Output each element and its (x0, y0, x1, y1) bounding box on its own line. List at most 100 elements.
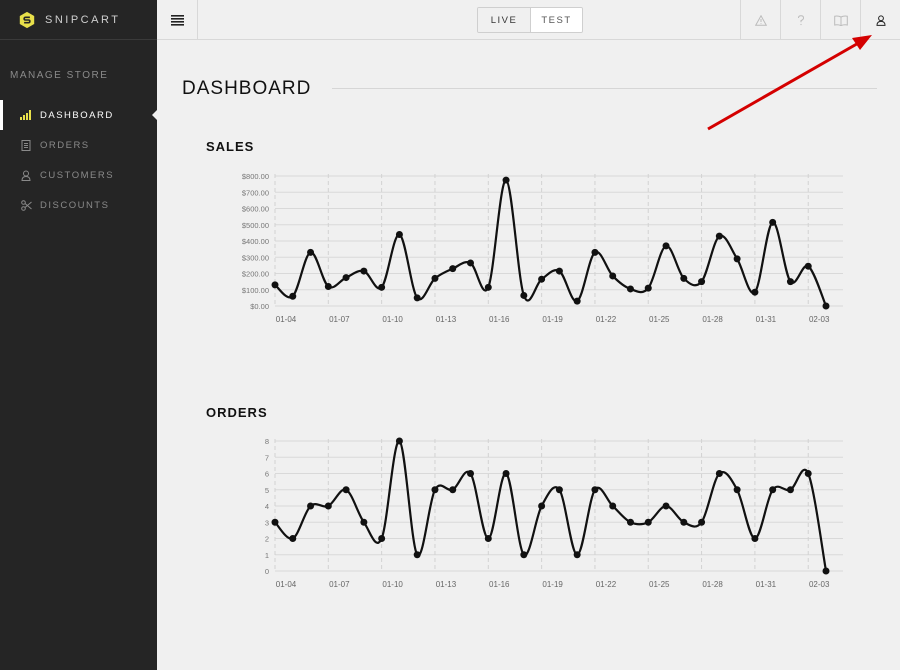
sidebar-item-label: ORDERS (40, 139, 90, 151)
data-point (822, 302, 830, 310)
data-point (769, 486, 777, 494)
data-point (662, 242, 670, 250)
brand-name: SNIPCART (45, 13, 121, 26)
brand[interactable]: SNIPCART (0, 0, 157, 40)
menu-button[interactable] (157, 0, 198, 40)
data-point (538, 502, 546, 510)
y-tick-label: $0.00 (250, 302, 269, 311)
data-point (520, 291, 528, 299)
topbar: LIVE TEST (157, 0, 900, 40)
x-tick-label: 01-10 (382, 580, 403, 589)
y-tick-label: $700.00 (242, 188, 269, 197)
docs-button[interactable] (820, 0, 860, 40)
data-point (484, 535, 492, 542)
hamburger-icon (170, 14, 184, 26)
bar-chart-icon (20, 109, 32, 121)
data-point (733, 486, 741, 494)
y-tick-label: 7 (265, 453, 269, 462)
x-tick-label: 02-03 (809, 315, 830, 324)
x-tick-label: 01-10 (382, 315, 403, 324)
user-icon (875, 14, 886, 26)
data-point (378, 283, 386, 291)
data-point (467, 470, 475, 477)
x-tick-label: 01-25 (649, 315, 670, 324)
section-title: MANAGE STORE (10, 70, 109, 81)
data-point (395, 437, 403, 445)
data-point (378, 535, 386, 542)
data-point (342, 274, 350, 282)
warning-icon (754, 14, 767, 26)
y-tick-label: $300.00 (242, 253, 269, 262)
snipcart-logo-icon (19, 11, 35, 28)
x-tick-label: 01-07 (329, 315, 350, 324)
data-point (591, 248, 599, 256)
x-tick-label: 01-19 (542, 315, 563, 324)
data-point (467, 259, 475, 267)
x-tick-label: 01-31 (756, 580, 777, 589)
data-point (484, 283, 492, 291)
data-point (644, 518, 652, 526)
sidebar-item-dashboard[interactable]: DASHBOARD (0, 100, 157, 130)
data-point (307, 248, 315, 256)
data-point (822, 567, 830, 575)
y-tick-label: 2 (265, 535, 269, 544)
x-tick-label: 01-16 (489, 315, 510, 324)
env-option-test[interactable]: TEST (530, 8, 582, 32)
data-point (413, 294, 421, 302)
data-point (449, 265, 457, 273)
document-icon (20, 139, 32, 151)
data-point (555, 267, 563, 275)
data-point (573, 297, 581, 305)
x-tick-label: 01-04 (276, 315, 297, 324)
data-point (698, 278, 706, 286)
y-tick-label: $500.00 (242, 221, 269, 230)
x-tick-label: 01-25 (649, 580, 670, 589)
data-point (644, 284, 652, 292)
data-point (449, 486, 457, 494)
book-icon (833, 14, 848, 26)
data-point (555, 486, 563, 494)
env-option-live[interactable]: LIVE (478, 8, 530, 32)
top-icon-group (740, 0, 900, 40)
help-button[interactable] (780, 0, 820, 40)
y-tick-label: $400.00 (242, 237, 269, 246)
y-tick-label: 3 (265, 518, 269, 527)
sales-chart-svg: $0.00 $100.00 $200.00 $300.00 $400.00 $500.00… (242, 172, 843, 324)
data-point (538, 275, 546, 283)
data-point (395, 231, 403, 238)
orders-chart: 0 1 2 3 4 5 6 7 8 01-04 01-07 01-10 01-13 01-16 01-19 0… (0, 430, 900, 600)
x-tick-label: 01-19 (542, 580, 563, 589)
x-tick-label: 01-13 (436, 315, 457, 324)
data-point (680, 274, 688, 282)
x-tick-label: 01-04 (276, 580, 297, 589)
page-title: DASHBOARD (182, 78, 312, 99)
data-point (573, 551, 581, 559)
data-point (307, 502, 315, 510)
x-tick-label: 01-13 (436, 580, 457, 589)
sidebar-item-label: DASHBOARD (40, 109, 114, 121)
data-point (751, 535, 759, 542)
y-tick-label: 8 (265, 437, 269, 446)
data-point (662, 502, 670, 510)
data-point (431, 274, 439, 282)
data-point (591, 486, 599, 494)
warning-button[interactable] (740, 0, 780, 40)
sidebar-item-orders[interactable]: ORDERS (0, 130, 157, 160)
data-point (520, 551, 528, 559)
orders-chart-svg: 0 1 2 3 4 5 6 7 8 01-04 01-07 01-10 01-13 01-16 01-19 0… (265, 437, 843, 589)
y-tick-label: 6 (265, 470, 269, 479)
data-point (271, 518, 279, 526)
y-tick-label: $600.00 (242, 205, 269, 214)
x-tick-label: 01-16 (489, 580, 510, 589)
series-line (274, 178, 828, 307)
data-point (786, 486, 794, 494)
data-point (715, 470, 723, 477)
x-tick-label: 01-22 (596, 315, 617, 324)
data-point (431, 486, 439, 494)
account-button[interactable] (860, 0, 900, 40)
title-divider (332, 88, 877, 89)
y-tick-label: 5 (265, 486, 269, 495)
data-point (360, 518, 368, 526)
data-point (609, 272, 617, 280)
data-point (502, 176, 510, 184)
